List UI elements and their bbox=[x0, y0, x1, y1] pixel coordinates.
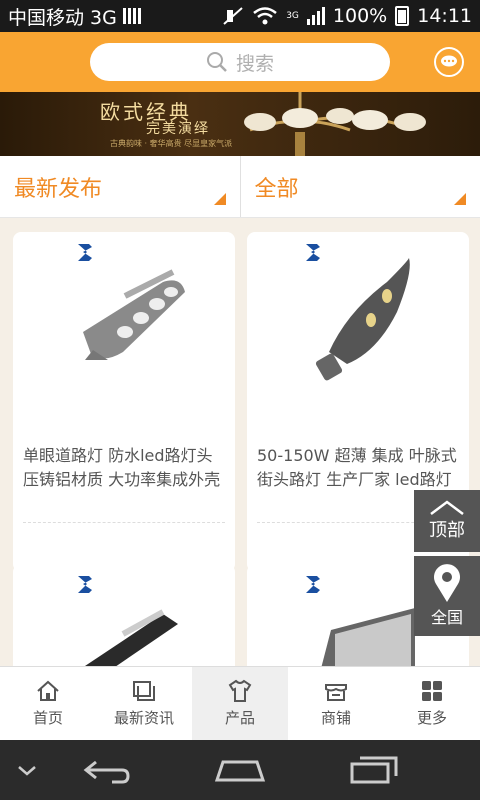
street-lamp-image bbox=[315, 258, 410, 381]
chevron-down-icon[interactable] bbox=[16, 764, 38, 778]
tab-label: 产品 bbox=[224, 709, 255, 727]
battery-icon bbox=[395, 6, 410, 26]
product-grid: 单眼道路灯 防水led路灯头 压铸铝材质 大功率集成外壳 50-150W 超薄 … bbox=[0, 218, 480, 666]
filter-category-all[interactable]: 全部 bbox=[239, 156, 480, 217]
wifi-icon bbox=[253, 7, 277, 25]
cellular-signal-icon bbox=[306, 7, 325, 25]
product-card[interactable]: 单眼道路灯 防水led路灯头 压铸铝材质 大功率集成外壳 bbox=[13, 232, 235, 572]
banner-subtitle: 完美演绎 bbox=[146, 121, 210, 137]
tab-label: 首页 bbox=[32, 709, 63, 727]
tab-home[interactable]: 首页 bbox=[0, 667, 96, 740]
filter-bar: 最新发布 全部 bbox=[0, 156, 480, 218]
promo-banner[interactable]: 欧式经典 完美演绎 古典韵味 · 奢华高贵 尽显皇家气派 bbox=[0, 92, 480, 156]
back-to-top-button[interactable]: 顶部 bbox=[414, 490, 480, 552]
carrier-label: 中国移动 3G bbox=[8, 6, 117, 29]
top-header: 搜索 bbox=[0, 32, 480, 92]
recent-apps-icon[interactable] bbox=[350, 754, 400, 786]
tab-products[interactable]: 产品 bbox=[192, 667, 288, 740]
bottom-tab-bar: 首页 最新资讯 产品 商铺 更多 bbox=[0, 666, 480, 740]
tab-label: 最新资讯 bbox=[113, 709, 174, 727]
product-image bbox=[13, 564, 235, 666]
region-label: 全国 bbox=[430, 608, 463, 627]
tab-news[interactable]: 最新资讯 bbox=[96, 667, 192, 740]
signal-strength-icon bbox=[122, 8, 141, 24]
clock: 14:11 bbox=[417, 5, 472, 27]
street-lamp-image bbox=[83, 269, 185, 360]
back-to-top-label: 顶部 bbox=[429, 520, 465, 541]
tab-stores[interactable]: 商铺 bbox=[288, 667, 384, 740]
search-placeholder: 搜索 bbox=[235, 52, 274, 75]
store-icon bbox=[325, 684, 347, 701]
chandelier-image bbox=[244, 92, 426, 156]
search-box[interactable]: 搜索 bbox=[90, 43, 390, 81]
network-type: 3G bbox=[286, 11, 299, 21]
product-image bbox=[247, 232, 469, 432]
dropdown-triangle-icon bbox=[454, 193, 466, 205]
tab-label: 商铺 bbox=[320, 709, 351, 727]
product-title: 单眼道路灯 防水led路灯头 压铸铝材质 大功率集成外壳 bbox=[23, 446, 221, 489]
battery-percent: 100% bbox=[332, 5, 388, 27]
filter-label: 全部 bbox=[254, 176, 299, 202]
product-image bbox=[13, 232, 235, 432]
status-bar: 中国移动 3G 3G 100% 14:11 bbox=[0, 0, 480, 32]
card-divider bbox=[23, 522, 225, 523]
region-select-button[interactable]: 全国 bbox=[414, 556, 480, 636]
street-lamp-image bbox=[85, 609, 178, 666]
chevron-up-icon bbox=[430, 500, 464, 515]
product-title: 50-150W 超薄 集成 叶脉式 街头路灯 生产厂家 led路灯 bbox=[257, 446, 457, 489]
filter-label: 最新发布 bbox=[14, 176, 103, 202]
tab-label: 更多 bbox=[416, 709, 447, 727]
home-button-icon[interactable] bbox=[214, 754, 266, 786]
message-button[interactable] bbox=[434, 47, 464, 77]
filter-sort-latest[interactable]: 最新发布 bbox=[0, 156, 240, 217]
system-navigation-bar bbox=[0, 740, 480, 800]
chat-bubble-icon bbox=[441, 55, 457, 67]
mute-icon bbox=[223, 7, 243, 25]
location-pin-icon bbox=[434, 564, 460, 602]
banner-tagline: 古典韵味 · 奢华高贵 尽显皇家气派 bbox=[110, 139, 233, 148]
shirt-icon bbox=[228, 679, 252, 702]
search-icon bbox=[206, 52, 227, 72]
news-icon bbox=[133, 681, 155, 701]
tab-more[interactable]: 更多 bbox=[384, 667, 480, 740]
product-card[interactable] bbox=[13, 564, 235, 666]
grid-icon bbox=[422, 681, 442, 701]
home-icon bbox=[37, 680, 59, 701]
back-icon[interactable] bbox=[82, 754, 132, 786]
dropdown-triangle-icon bbox=[213, 193, 226, 205]
